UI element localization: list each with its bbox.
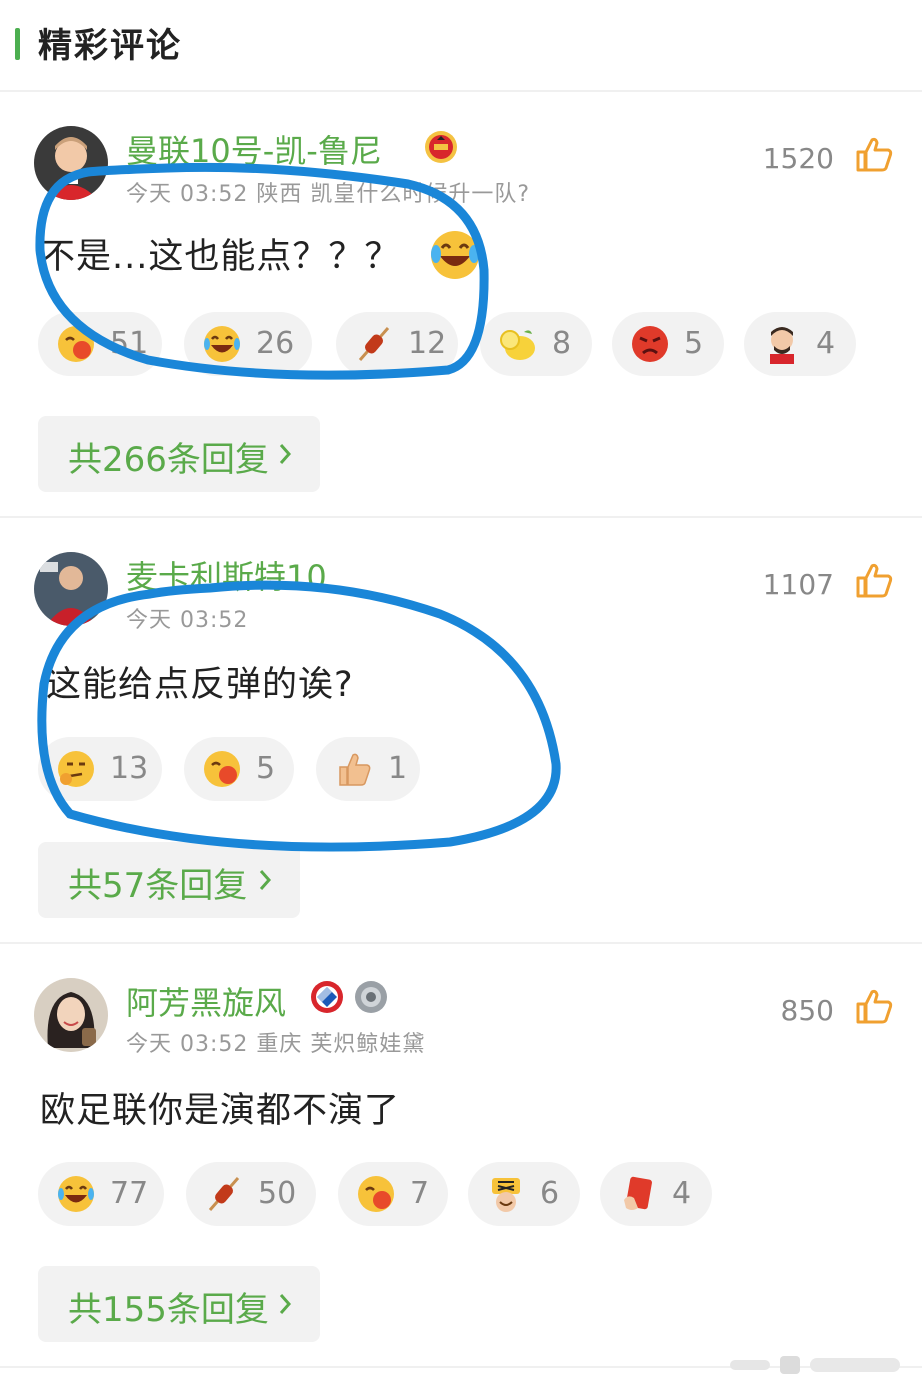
- laugh-cry-emoji-icon: [204, 326, 240, 362]
- view-replies-button[interactable]: 共266条回复: [38, 416, 320, 492]
- divider: [0, 90, 922, 92]
- comment-meta: 今天 03:52 重庆 芙炽鲸娃黛: [126, 1032, 426, 1057]
- reaction-count: 7: [410, 1176, 430, 1211]
- reaction-count: 5: [684, 326, 704, 361]
- like-count: 1107: [762, 568, 834, 601]
- like-count: 1520: [762, 142, 834, 175]
- reaction-chip[interactable]: 77: [38, 1162, 164, 1226]
- red-card-emoji-icon: [624, 1176, 652, 1210]
- cover-face-emoji-icon: [358, 1176, 394, 1212]
- reaction-chip[interactable]: 4: [744, 312, 856, 376]
- shuang-sticker-emoji-icon: [492, 1178, 520, 1212]
- username[interactable]: 曼联10号-凯-鲁尼: [126, 126, 382, 172]
- avatar[interactable]: [34, 126, 108, 200]
- thumbs-up-icon[interactable]: [854, 134, 894, 174]
- thumbs-up-emoji-icon: [339, 753, 371, 786]
- comment-meta: 今天 03:52 陕西 凯皇什么时候升一队?: [126, 182, 531, 207]
- reaction-chip[interactable]: 8: [480, 312, 592, 376]
- divider: [0, 516, 922, 518]
- replies-label: 共155条回复: [68, 1290, 269, 1330]
- reaction-chip[interactable]: 6: [468, 1162, 580, 1226]
- reaction-count: 6: [540, 1176, 560, 1211]
- cover-face-emoji-icon: [58, 326, 94, 362]
- laugh-cry-icon: [431, 231, 479, 279]
- laugh-cry-emoji-icon: [58, 1176, 94, 1212]
- replies-label: 共57条回复: [68, 866, 248, 906]
- comment-card: [0, 0, 922, 1]
- view-replies-button[interactable]: 共155条回复: [38, 1266, 320, 1342]
- bayern-badge-icon: [311, 981, 343, 1013]
- reaction-count: 77: [110, 1176, 149, 1211]
- avatar[interactable]: [34, 978, 108, 1052]
- angry-face-emoji-icon: [632, 326, 668, 362]
- username[interactable]: 麦卡利斯特10: [126, 552, 327, 598]
- reaction-count: 51: [110, 326, 149, 361]
- like-count: 850: [780, 994, 834, 1027]
- reaction-chip[interactable]: 4: [600, 1162, 712, 1226]
- thumbs-up-icon[interactable]: [854, 986, 894, 1026]
- skewer-emoji-icon: [208, 1177, 240, 1211]
- comment-text: 这能给点反弹的诶?: [46, 665, 354, 705]
- reaction-count: 50: [258, 1176, 297, 1211]
- comment-text: 不是...这也能点？？？: [40, 237, 401, 277]
- reaction-count: 13: [110, 751, 149, 786]
- thumbs-up-icon[interactable]: [854, 560, 894, 600]
- comment-meta: 今天 03:52: [126, 608, 249, 633]
- manutd-badge-icon: [425, 131, 457, 163]
- reaction-chip[interactable]: 13: [38, 737, 162, 801]
- skewer-emoji-icon: [358, 327, 390, 361]
- reaction-count: 12: [408, 326, 447, 361]
- reaction-chip[interactable]: 26: [184, 312, 312, 376]
- replies-label: 共266条回复: [68, 440, 269, 480]
- lemon-emoji-icon: [500, 330, 535, 360]
- reaction-chip[interactable]: 1: [316, 737, 420, 801]
- header-accent-bar: [15, 28, 20, 60]
- reaction-count: 5: [256, 751, 276, 786]
- reaction-chip[interactable]: 7: [338, 1162, 448, 1226]
- section-header: 精彩评论: [0, 0, 922, 90]
- username[interactable]: 阿芳黑旋风: [126, 978, 286, 1024]
- reaction-count: 26: [256, 326, 295, 361]
- reaction-chip[interactable]: 50: [186, 1162, 316, 1226]
- reaction-count: 4: [672, 1176, 692, 1211]
- section-title: 精彩评论: [38, 26, 182, 66]
- annotation-circle: [37, 580, 561, 852]
- chevron-right-icon: [279, 444, 292, 464]
- thinking-face-emoji-icon: [58, 751, 94, 787]
- divider: [0, 942, 922, 944]
- cover-face-emoji-icon: [204, 751, 240, 787]
- comment-text: 欧足联你是演都不演了: [40, 1091, 401, 1131]
- reaction-chip[interactable]: 5: [612, 312, 724, 376]
- trophy-badge-icon: [355, 981, 387, 1013]
- watermark-blur: [730, 1356, 900, 1374]
- avatar[interactable]: [34, 552, 108, 626]
- reaction-count: 4: [816, 326, 836, 361]
- reaction-count: 1: [388, 751, 408, 786]
- view-replies-button[interactable]: 共57条回复: [38, 842, 300, 918]
- chevron-right-icon: [279, 1294, 292, 1314]
- chevron-right-icon: [259, 870, 272, 890]
- reaction-chip[interactable]: 5: [184, 737, 294, 801]
- man-sticker-emoji-icon: [770, 327, 794, 364]
- reaction-chip[interactable]: 51: [38, 312, 162, 376]
- reaction-count: 8: [552, 326, 572, 361]
- reaction-chip[interactable]: 12: [336, 312, 458, 376]
